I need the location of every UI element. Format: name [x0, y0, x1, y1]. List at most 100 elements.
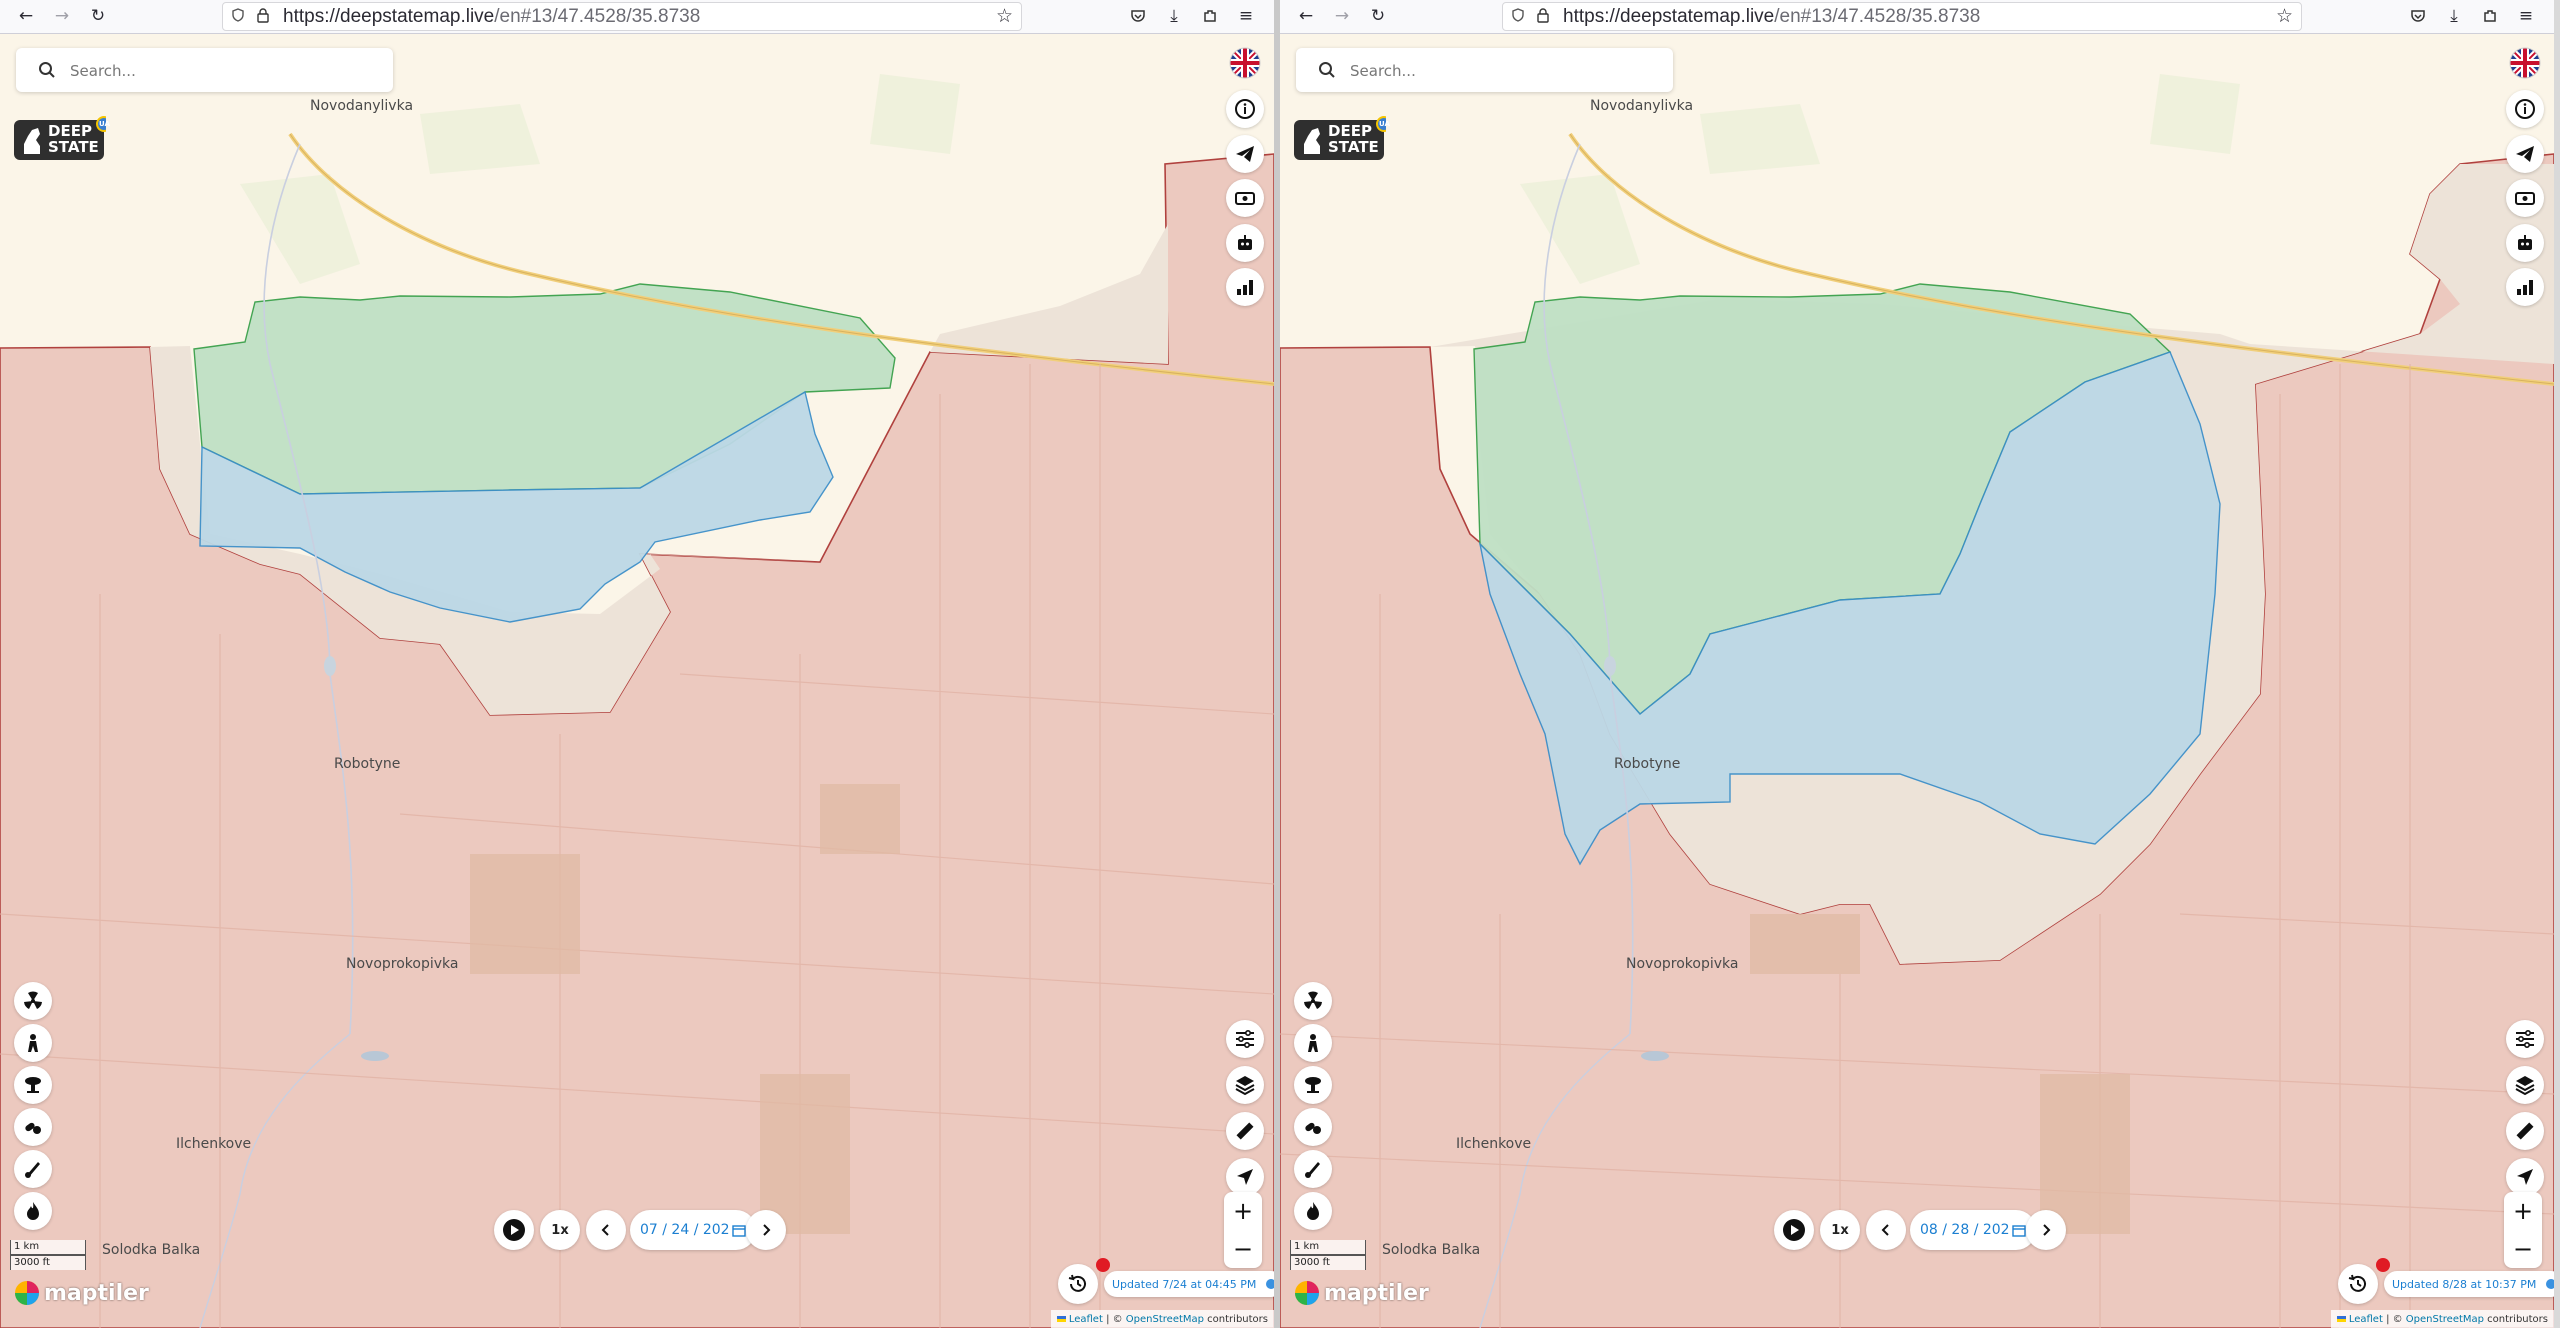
- back-icon[interactable]: ←: [14, 4, 38, 28]
- deepstate-logo[interactable]: DEEP STATE UA: [14, 116, 112, 160]
- date-picker[interactable]: 07 / 24 / 202: [630, 1210, 756, 1250]
- ukraine-flag-icon: [2336, 1316, 2346, 1322]
- donate-icon: [2515, 192, 2535, 205]
- pocket-icon[interactable]: [1126, 4, 1150, 28]
- reload-icon[interactable]: ↻: [86, 4, 110, 28]
- search-box[interactable]: [16, 48, 393, 92]
- url-path: /en#13/47.4528/35.8738: [494, 6, 701, 27]
- fire-layer-button[interactable]: [1294, 1192, 1332, 1230]
- search-input[interactable]: [1348, 58, 1652, 84]
- url-bar[interactable]: https://deepstatemap.live/en#13/47.4528/…: [222, 2, 1022, 31]
- pocket-icon[interactable]: [2406, 4, 2430, 28]
- download-icon[interactable]: ⤓: [2442, 4, 2466, 28]
- extensions-icon[interactable]: [2478, 4, 2502, 28]
- back-icon[interactable]: ←: [1294, 4, 1318, 28]
- locate-button[interactable]: [1226, 1158, 1264, 1196]
- map-view[interactable]: Novodanylivka Robotyne Novoprokopivka Il…: [0, 34, 1274, 1328]
- play-button[interactable]: [1774, 1210, 1814, 1250]
- bot-button[interactable]: [2506, 224, 2544, 262]
- leaflet-link[interactable]: Leaflet: [2349, 1314, 2383, 1325]
- stats-button[interactable]: [1226, 268, 1264, 306]
- telegram-icon: [1236, 146, 1254, 162]
- ruler-button[interactable]: [2506, 1112, 2544, 1150]
- stats-button[interactable]: [2506, 268, 2544, 306]
- prev-date-button[interactable]: [1866, 1210, 1906, 1250]
- extensions-icon[interactable]: [1198, 4, 1222, 28]
- maptiler-logo[interactable]: maptiler: [14, 1278, 149, 1308]
- maptiler-logo[interactable]: maptiler: [1294, 1278, 1429, 1308]
- play-button[interactable]: [494, 1210, 534, 1250]
- speed-button[interactable]: 1x: [540, 1210, 580, 1250]
- history-button[interactable]: [1058, 1264, 1098, 1304]
- zoom-in-button[interactable]: +: [2504, 1192, 2542, 1230]
- download-icon[interactable]: ⤓: [1162, 4, 1186, 28]
- date-picker[interactable]: 08 / 28 / 202: [1910, 1210, 2036, 1250]
- updated-text: Updated 7/24 at 04:45 PM: [1112, 1277, 1257, 1291]
- menu-icon[interactable]: ≡: [2514, 4, 2538, 28]
- explosion-icon: [25, 1077, 41, 1093]
- medical-layer-button[interactable]: [14, 1108, 52, 1146]
- bookmark-star-icon[interactable]: ☆: [2276, 5, 2293, 27]
- radiation-layer-button[interactable]: [1294, 982, 1332, 1020]
- next-date-button[interactable]: [746, 1210, 786, 1250]
- explosion-layer-button[interactable]: [1294, 1066, 1332, 1104]
- shield-icon: [1512, 8, 1524, 22]
- donate-button[interactable]: [1226, 179, 1264, 217]
- search-box[interactable]: [1296, 48, 1673, 92]
- radiation-layer-button[interactable]: [14, 982, 52, 1020]
- scale-bar: 1 km 3000 ft: [10, 1240, 86, 1270]
- map-view[interactable]: Novodanylivka Robotyne Novoprokopivka Il…: [1280, 34, 2554, 1328]
- ruler-button[interactable]: [1226, 1112, 1264, 1150]
- fire-layer-button[interactable]: [14, 1192, 52, 1230]
- chevron-left-icon: [1881, 1224, 1889, 1236]
- filters-button[interactable]: [2506, 1020, 2544, 1058]
- place-solodka-balka: Solodka Balka: [1382, 1242, 1481, 1258]
- explosion-layer-button[interactable]: [14, 1066, 52, 1104]
- filters-button[interactable]: [1226, 1020, 1264, 1058]
- place-solodka-balka: Solodka Balka: [102, 1242, 201, 1258]
- shield-icon: [232, 8, 244, 22]
- menu-icon[interactable]: ≡: [1234, 4, 1258, 28]
- soldier-layer-button[interactable]: [14, 1024, 52, 1062]
- info-button[interactable]: [2506, 90, 2544, 128]
- speed-button[interactable]: 1x: [1820, 1210, 1860, 1250]
- locate-button[interactable]: [2506, 1158, 2544, 1196]
- maptiler-mark-icon: [15, 1281, 39, 1305]
- leaflet-link[interactable]: Leaflet: [1069, 1314, 1103, 1325]
- telegram-button[interactable]: [2506, 135, 2544, 173]
- artillery-layer-button[interactable]: [14, 1150, 52, 1188]
- url-bar[interactable]: https://deepstatemap.live/en#13/47.4528/…: [1502, 2, 2302, 31]
- telegram-button[interactable]: [1226, 135, 1264, 173]
- deepstate-logo[interactable]: DEEP STATE UA: [1294, 116, 1392, 160]
- osm-link[interactable]: OpenStreetMap: [2406, 1314, 2484, 1325]
- forward-icon[interactable]: →: [50, 4, 74, 28]
- filters-icon: [1236, 1029, 1254, 1049]
- layers-button[interactable]: [2506, 1066, 2544, 1104]
- bookmark-star-icon[interactable]: ☆: [996, 5, 1013, 27]
- play-icon: [503, 1219, 525, 1241]
- ruler-icon: [1236, 1122, 1254, 1140]
- prev-date-button[interactable]: [586, 1210, 626, 1250]
- next-date-button[interactable]: [2026, 1210, 2066, 1250]
- attribution-tail: contributors: [2484, 1313, 2548, 1325]
- zoom-in-button[interactable]: +: [1224, 1192, 1262, 1230]
- status-dot: [2546, 1279, 2554, 1289]
- soldier-layer-button[interactable]: [1294, 1024, 1332, 1062]
- forward-icon[interactable]: →: [1330, 4, 1354, 28]
- donate-button[interactable]: [2506, 179, 2544, 217]
- artillery-layer-button[interactable]: [1294, 1150, 1332, 1188]
- search-input[interactable]: [68, 58, 372, 84]
- bot-button[interactable]: [1226, 224, 1264, 262]
- info-button[interactable]: [1226, 90, 1264, 128]
- zoom-out-button[interactable]: −: [2504, 1230, 2542, 1268]
- zoom-out-button[interactable]: −: [1224, 1230, 1262, 1268]
- history-button[interactable]: [2338, 1264, 2378, 1304]
- language-button[interactable]: [1226, 44, 1264, 82]
- url-host: https://deepstatemap.live: [283, 6, 495, 27]
- reload-icon[interactable]: ↻: [1366, 4, 1390, 28]
- layers-button[interactable]: [1226, 1066, 1264, 1104]
- language-button[interactable]: [2506, 44, 2544, 82]
- osm-link[interactable]: OpenStreetMap: [1126, 1314, 1204, 1325]
- logo-text-state: STATE: [48, 138, 99, 156]
- medical-layer-button[interactable]: [1294, 1108, 1332, 1146]
